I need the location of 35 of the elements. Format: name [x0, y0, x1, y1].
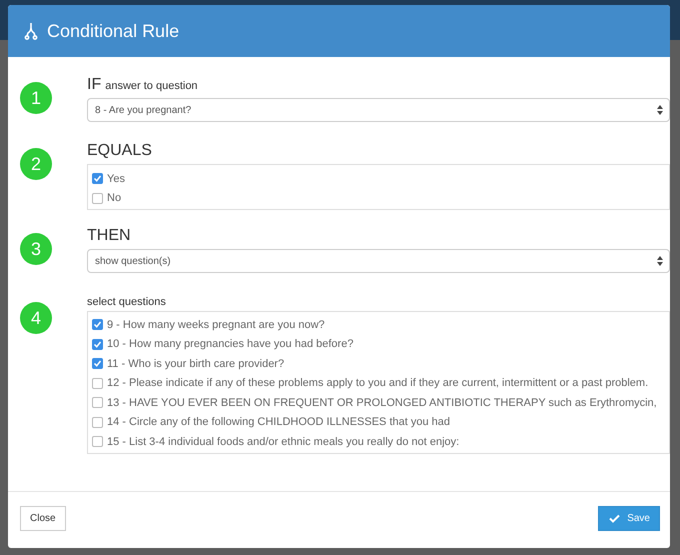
step-number: 2 [20, 148, 52, 180]
checkbox[interactable] [92, 436, 103, 448]
checkbox[interactable] [92, 397, 103, 408]
step-heading: THEN [87, 227, 131, 245]
option-label: 10 - How many pregnancies have you had before? [107, 338, 354, 350]
checkbox[interactable] [92, 378, 103, 389]
step-heading: EQUALS [87, 142, 152, 160]
check-icon [609, 514, 620, 522]
option-label: 13 - HAVE YOU EVER BEEN ON FREQUENT OR PROLONGED ANTIBIOTIC THERAPY such as Erythromycin, [107, 396, 657, 409]
checkbox[interactable] [92, 319, 103, 330]
dropdown-select[interactable]: 8 - Are you pregnant? [87, 98, 670, 122]
option-label: 15 - List 3-4 individual foods and/or ethnic meals you really do not enjoy: [107, 436, 460, 448]
step-number: 3 [20, 233, 52, 265]
step-heading: IF [87, 76, 102, 94]
modal-title: Conditional Rule [47, 20, 180, 42]
branch-icon [24, 22, 38, 40]
option-label: 12 - Please indicate if any of these problems apply to you and if they are current, intermittent or a past problem. [107, 377, 648, 390]
field-label: select questions [87, 296, 167, 308]
updown-arrows-icon [657, 105, 663, 115]
option-label: 11 - Who is your birth care provider? [107, 358, 284, 370]
step-subheading: answer to question [105, 80, 198, 92]
dropdown-select[interactable]: show question(s) [87, 249, 670, 273]
option-label: Yes [107, 172, 125, 185]
checkbox[interactable] [92, 338, 103, 350]
checkbox[interactable] [92, 416, 103, 428]
option-label: 14 - Circle any of the following CHILDHOOD ILLNESSES that you had [107, 416, 450, 428]
close-button[interactable]: Close [20, 506, 66, 530]
checkbox[interactable] [92, 192, 103, 204]
option-label: No [107, 192, 122, 204]
option-label: 9 - How many weeks pregnant are you now? [107, 318, 325, 331]
checkbox[interactable] [92, 358, 103, 370]
updown-arrows-icon [657, 256, 663, 266]
step-number: 4 [20, 302, 52, 334]
step-number: 1 [20, 82, 52, 114]
checkbox[interactable] [92, 173, 103, 184]
